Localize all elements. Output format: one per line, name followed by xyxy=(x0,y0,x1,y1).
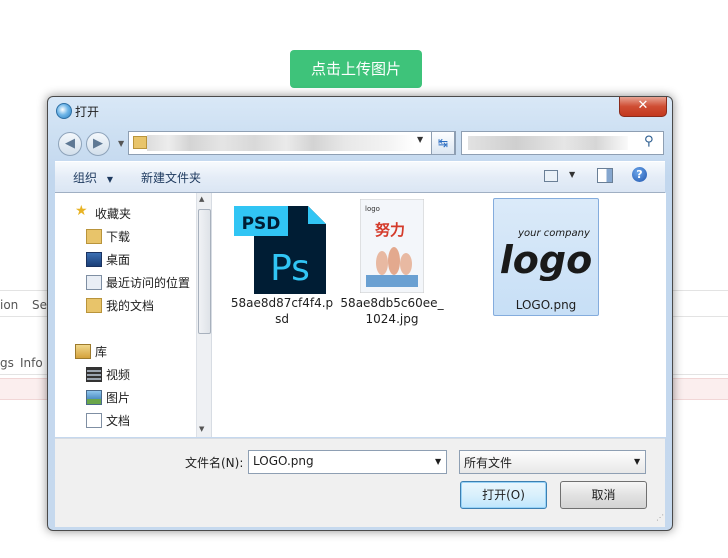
blurred-search-placeholder xyxy=(468,136,628,150)
file-item-logo[interactable]: your company logo LOGO.png xyxy=(493,198,599,316)
library-icon xyxy=(75,344,91,359)
cancel-button[interactable]: 取消 xyxy=(560,481,647,509)
nav-label: 我的文档 xyxy=(106,299,155,313)
refresh-icon[interactable]: ↹ xyxy=(431,131,455,155)
close-button[interactable]: ✕ xyxy=(619,97,667,117)
forward-arrow-icon[interactable]: ▶ xyxy=(86,132,110,156)
desktop-icon xyxy=(86,252,102,267)
nav-label: 最近访问的位置 xyxy=(106,276,191,290)
address-chevron-down-icon[interactable]: ▼ xyxy=(417,135,423,144)
toolbar: 组织 ▼ 新建文件夹 ▼ ? xyxy=(55,161,665,193)
organize-label: 组织 xyxy=(73,171,98,185)
file-item-jpg[interactable]: logo 努力 58ae8db5c60ee_1024.jpg xyxy=(340,199,444,326)
logo-thumbnail-icon: your company logo xyxy=(500,228,592,281)
file-list: PSD Ps 58ae8d87cf4f4.psd logo 努力 58ae8db… xyxy=(211,193,666,437)
search-input[interactable]: ⚲ xyxy=(461,131,664,155)
dialog-title: 打开 xyxy=(75,105,100,119)
file-type-chevron-down-icon: ▼ xyxy=(634,457,641,466)
download-folder-icon xyxy=(86,229,102,244)
thumb-text: logo xyxy=(500,238,592,281)
filename-field[interactable]: LOGO.png ▼ xyxy=(248,450,447,474)
view-options-icon[interactable] xyxy=(544,170,558,182)
image-thumbnail-icon: logo 努力 xyxy=(360,199,424,293)
organize-menu[interactable]: 组织 ▼ xyxy=(73,169,113,186)
bg-tab-info[interactable]: Info xyxy=(20,356,43,370)
pictures-icon xyxy=(86,390,102,405)
resize-grip-icon[interactable]: ⋰ xyxy=(656,513,664,522)
filename-label: 文件名(N): xyxy=(185,456,244,470)
file-name: LOGO.png xyxy=(515,298,577,312)
new-folder-button[interactable]: 新建文件夹 xyxy=(141,169,201,186)
open-button[interactable]: 打开(O) xyxy=(460,481,547,509)
scrollbar-thumb[interactable] xyxy=(198,209,211,334)
search-icon[interactable]: ⚲ xyxy=(644,134,654,149)
recent-places-icon xyxy=(86,275,102,290)
nav-label: 下载 xyxy=(106,230,131,244)
bg-tab-2[interactable]: Se xyxy=(32,298,47,312)
nav-label: 收藏夹 xyxy=(95,207,132,221)
document-icon xyxy=(86,413,102,428)
thumb-text: 努力 xyxy=(375,221,405,239)
nav-label: 视频 xyxy=(106,368,131,382)
bg-tab-1[interactable]: ion xyxy=(0,298,18,312)
photoshop-file-icon: PSD Ps xyxy=(234,206,326,294)
nav-label: 文档 xyxy=(106,414,131,428)
nav-scrollbar[interactable]: ▲ ▼ xyxy=(196,193,211,437)
documents-folder-icon xyxy=(86,298,102,313)
preview-pane-icon[interactable] xyxy=(597,168,613,183)
nav-label: 库 xyxy=(95,345,108,359)
navigation-pane: ★ 收藏夹 下载 桌面 最近访问的位置 我的文档 库 视频 图片 文档 xyxy=(55,193,210,437)
video-icon xyxy=(86,367,102,382)
star-icon: ★ xyxy=(75,203,88,219)
thumb-label: logo xyxy=(365,205,380,213)
nav-label: 桌面 xyxy=(106,253,131,267)
scroll-down-icon[interactable]: ▼ xyxy=(199,425,204,433)
filename-chevron-down-icon[interactable]: ▼ xyxy=(435,457,441,466)
upload-image-button[interactable]: 点击上传图片 xyxy=(290,50,422,88)
filename-value: LOGO.png xyxy=(253,454,314,468)
folder-icon xyxy=(133,136,147,149)
blurred-path xyxy=(147,135,415,151)
thumb-label: PSD xyxy=(242,214,281,234)
dialog-footer: 文件名(N): LOGO.png ▼ 所有文件 ▼ 打开(O) 取消 ⋰ xyxy=(55,438,665,527)
view-chevron-down-icon[interactable]: ▼ xyxy=(569,170,575,179)
file-type-select[interactable]: 所有文件 ▼ xyxy=(459,450,646,474)
file-item-psd[interactable]: PSD Ps 58ae8d87cf4f4.psd xyxy=(230,199,334,326)
back-arrow-icon[interactable]: ◀ xyxy=(58,132,82,156)
scroll-up-icon[interactable]: ▲ xyxy=(199,195,204,203)
open-file-dialog: 打开 ✕ ◀ ▶ ▼ ▼ ↹ ⚲ 组织 ▼ 新建文件夹 ▼ ? ★ 收藏夹 下载 xyxy=(47,96,673,531)
chevron-down-icon: ▼ xyxy=(106,175,113,184)
app-icon xyxy=(56,103,72,119)
file-name: 58ae8db5c60ee_1024.jpg xyxy=(340,296,444,326)
file-type-value: 所有文件 xyxy=(464,456,513,470)
history-chevron-down-icon[interactable]: ▼ xyxy=(118,139,124,148)
bg-tab-3[interactable]: gs xyxy=(0,356,14,370)
file-name: 58ae8d87cf4f4.psd xyxy=(230,296,334,326)
nav-label: 图片 xyxy=(106,391,131,405)
thumb-text: Ps xyxy=(270,248,310,289)
help-icon[interactable]: ? xyxy=(632,167,647,182)
address-bar[interactable]: ▼ xyxy=(128,131,456,155)
